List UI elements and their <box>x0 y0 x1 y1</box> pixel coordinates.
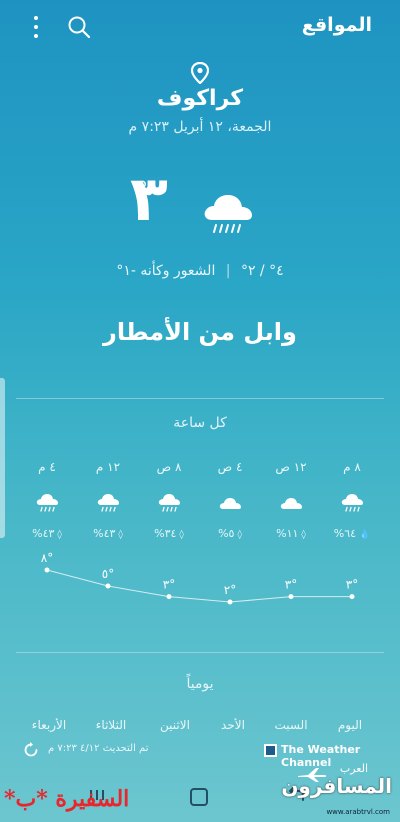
raindrop-outline-icon: ◊ <box>237 530 242 540</box>
daily-title: يومياً <box>186 676 214 692</box>
raindrop-outline-icon: ◊ <box>301 530 306 540</box>
watermark-text: السفيرة *ب* <box>4 786 130 812</box>
weather-condition: وابل من الأمطار <box>103 318 297 346</box>
hourly-item: ٨ م 💧٦٤% <box>326 460 378 540</box>
footer: تم التحديث ٤/١٢ ٧:٢٣ م The Weather Chann… <box>0 740 400 769</box>
rain-cloud-icon <box>158 494 180 512</box>
raindrop-outline-icon: ◊ <box>179 530 184 540</box>
hourly-item: ٤ م ◊٤٣% <box>21 460 73 540</box>
hourly-title: كل ساعة <box>173 415 227 431</box>
date-time: الجمعة، ١٢ أبريل ٧:٢٣ م <box>128 119 272 135</box>
rain-cloud-icon <box>204 195 252 233</box>
temperature-label: ٢° <box>224 583 236 597</box>
city-name: كراكوف <box>156 86 244 111</box>
cloud-icon <box>280 498 302 509</box>
precip-chance: ◊٤٣% <box>21 527 73 540</box>
divider <box>16 398 384 399</box>
day-label[interactable]: الأربعاء <box>19 718 79 732</box>
hour-label: ٨ م <box>343 460 361 474</box>
precip-value: ٤٣% <box>32 527 55 540</box>
edge-panel-handle[interactable] <box>0 378 5 538</box>
temperature-point <box>349 594 355 600</box>
rain-cloud-icon <box>97 494 119 512</box>
hour-label: ١٢ م <box>95 460 121 474</box>
high-low-temps: ٤° / ٢° <box>240 263 284 279</box>
temperature-label: ٥° <box>102 567 114 581</box>
hour-label: ٤ م <box>38 460 56 474</box>
rain-cloud-icon <box>36 494 58 512</box>
feels-like: الشعور وكأنه -١° <box>116 263 216 279</box>
precip-value: ٤٣% <box>93 527 116 540</box>
home-button[interactable] <box>190 788 208 806</box>
day-label[interactable]: اليوم <box>320 718 380 732</box>
weather-channel-logo-icon <box>264 744 277 757</box>
locations-title[interactable]: المواقع <box>302 14 372 36</box>
precip-value: ٣٤% <box>154 527 177 540</box>
temperature-label: ٣° <box>285 578 297 592</box>
raindrop-outline-icon: ◊ <box>57 530 62 540</box>
hourly-item: ١٢ م ◊٤٣% <box>82 460 134 540</box>
watermark-url: www.arabtrvl.com <box>326 808 390 816</box>
raindrop-icon: 💧 <box>359 530 371 540</box>
temperature-line <box>46 569 352 603</box>
high-low-feels-like: ٤° / ٢° | الشعور وكأنه -١° <box>0 263 400 279</box>
precip-chance: ◊٣٤% <box>143 527 195 540</box>
raindrop-outline-icon: ◊ <box>118 530 123 540</box>
precip-value: ٦٤% <box>333 527 357 540</box>
separator: | <box>225 263 231 279</box>
temperature-label: ٣° <box>346 578 358 592</box>
precip-chance: 💧٦٤% <box>326 527 378 540</box>
divider <box>16 652 384 653</box>
day-label[interactable]: الاثنين <box>145 718 205 732</box>
top-bar: المواقع <box>0 10 400 44</box>
temperature-label: ٨° <box>41 551 53 565</box>
current-temperature: ٣ <box>130 162 168 235</box>
precip-chance: ◊٤٣% <box>82 527 134 540</box>
temperature-label: ٣° <box>163 578 175 592</box>
day-label[interactable]: الثلاثاء <box>81 718 141 732</box>
temperature-point <box>44 567 50 573</box>
temperature-point <box>227 599 233 605</box>
temperature-point <box>166 594 172 600</box>
more-options-icon[interactable] <box>26 16 46 38</box>
precip-value: ٥% <box>218 527 235 540</box>
location-pin-icon <box>190 62 210 84</box>
daily-forecast-row: اليوم السبت الأحد الاثنين الثلاثاء الأربعاء <box>0 718 400 736</box>
hour-label: ١٢ ص <box>275 460 307 474</box>
hourly-item: ٨ ص ◊٣٤% <box>143 460 195 540</box>
search-icon[interactable] <box>66 14 92 40</box>
temperature-point <box>105 583 111 589</box>
hourly-item: ٤ ص ◊٥% <box>204 460 256 540</box>
cloud-icon <box>219 498 241 509</box>
last-updated: تم التحديث ٤/١٢ ٧:٢٣ م <box>48 743 149 754</box>
precip-chance: ◊١١% <box>265 527 317 540</box>
precip-chance: ◊٥% <box>204 527 256 540</box>
hourly-temperature-chart: ٣° ٣° ٢° ٣° ٥° ٨° <box>41 551 358 605</box>
watermark-brand: المسافرون <box>281 774 392 798</box>
refresh-icon[interactable] <box>22 741 40 759</box>
degree-symbol: ° <box>137 178 148 203</box>
temperature-point <box>288 594 294 600</box>
hourly-item: ١٢ ص ◊١١% <box>265 460 317 540</box>
rain-cloud-icon <box>341 494 363 512</box>
day-label[interactable]: السبت <box>261 718 321 732</box>
day-label[interactable]: الأحد <box>203 718 263 732</box>
precip-value: ١١% <box>276 527 299 540</box>
hour-label: ٨ ص <box>156 460 182 474</box>
watermark-logo: العرب المسافرون www.arabtrvl.com <box>281 762 396 820</box>
hour-label: ٤ ص <box>217 460 243 474</box>
